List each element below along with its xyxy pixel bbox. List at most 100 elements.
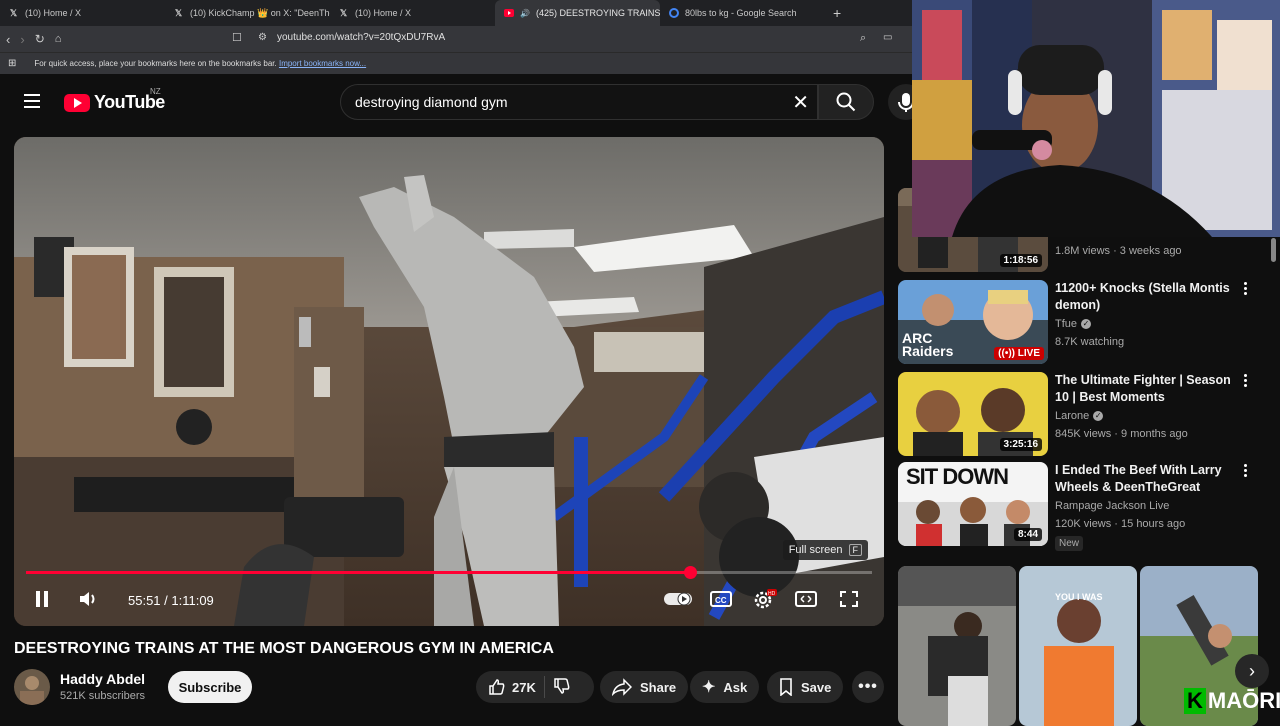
browser-tab-bar: 𝕏 (10) Home / X 𝕏 (10) KickChamp 👑 on X:… bbox=[0, 0, 912, 26]
youtube-play-icon bbox=[64, 93, 90, 112]
region-label: NZ bbox=[150, 87, 161, 96]
search-icon bbox=[836, 92, 856, 112]
ask-label: Ask bbox=[723, 679, 748, 695]
browser-tab[interactable]: 𝕏 (10) Home / X bbox=[330, 0, 495, 26]
search-value[interactable]: destroying diamond gym bbox=[355, 94, 508, 110]
video-duration: 3:25:16 bbox=[999, 438, 1042, 451]
miniplayer-icon[interactable] bbox=[795, 591, 817, 612]
short-caption: YOU I WAS bbox=[1055, 592, 1103, 602]
import-bookmarks-link[interactable]: Import bookmarks now... bbox=[279, 59, 366, 68]
browser-tab[interactable]: 80lbs to kg - Google Search bbox=[660, 0, 825, 26]
pause-icon[interactable] bbox=[35, 590, 49, 613]
share-button[interactable]: Share bbox=[600, 671, 689, 703]
sidebar-scrollbar[interactable] bbox=[1271, 238, 1276, 262]
video-meta: 120K views · 15 hours ago bbox=[1055, 518, 1186, 530]
live-badge: ((•)) LIVE bbox=[994, 347, 1044, 360]
video-meta: 845K views · 9 months ago bbox=[1055, 428, 1188, 440]
forward-icon[interactable]: › bbox=[20, 32, 24, 47]
bookmarks-hint: For quick access, place your bookmarks h… bbox=[34, 59, 277, 68]
settings-icon[interactable]: HD bbox=[753, 588, 777, 615]
like-count: 27K bbox=[512, 679, 536, 695]
browser-tab[interactable]: 𝕏 (10) Home / X bbox=[0, 0, 165, 26]
video-meta: 8.7K watching bbox=[1055, 336, 1125, 348]
tab-title: 80lbs to kg - Google Search bbox=[685, 8, 797, 18]
sparkle-icon: ✦ bbox=[702, 679, 716, 696]
autoplay-toggle-icon[interactable] bbox=[664, 591, 692, 612]
search-input[interactable]: destroying diamond gym ✕ bbox=[340, 84, 818, 120]
browser-tab-active[interactable]: 🔊 (425) DEESTROYING TRAINS / ✕ bbox=[495, 0, 660, 26]
video-title: DEESTROYING TRAINS AT THE MOST DANGEROUS… bbox=[14, 640, 554, 657]
video-meta: 1.8M views · 3 weeks ago bbox=[1055, 245, 1182, 257]
shorts-next-button[interactable]: › bbox=[1235, 654, 1269, 688]
youtube-logo[interactable]: YouTube NZ bbox=[64, 87, 165, 113]
reload-icon[interactable]: ↻ bbox=[35, 32, 45, 46]
bookmark-icon[interactable]: ☐ bbox=[232, 31, 242, 44]
channel-name[interactable]: Tfue ✓ bbox=[1055, 318, 1092, 330]
clear-search-icon[interactable]: ✕ bbox=[792, 90, 809, 115]
thumbnail-text: SIT DOWN bbox=[906, 464, 1009, 489]
chevron-right-icon: › bbox=[1249, 660, 1255, 681]
save-button[interactable]: Save bbox=[767, 671, 844, 703]
verified-icon: ✓ bbox=[1093, 411, 1104, 422]
share-label: Share bbox=[640, 679, 677, 695]
more-vert-icon[interactable] bbox=[1244, 374, 1248, 387]
apps-grid-icon[interactable]: ⊞ bbox=[8, 58, 16, 69]
video-duration: 8:44 bbox=[1013, 528, 1042, 541]
volume-icon[interactable] bbox=[78, 589, 98, 614]
short-thumbnail[interactable] bbox=[898, 566, 1016, 726]
recommendation-item[interactable]: SIT DOWN 8:44 I Ended The Beef With Larr… bbox=[898, 462, 1278, 552]
site-info-icon[interactable]: ⚙ bbox=[258, 32, 267, 43]
watermark-letter: K bbox=[1184, 688, 1206, 714]
browser-tab[interactable]: 𝕏 (10) KickChamp 👑 on X: "DeenTheG bbox=[165, 0, 330, 26]
video-thumbnail[interactable]: SIT DOWN 8:44 bbox=[898, 462, 1048, 546]
thumbs-down-icon bbox=[554, 677, 570, 694]
more-vert-icon[interactable] bbox=[1244, 464, 1248, 477]
bookmarks-bar: ⊞ For quick access, place your bookmarks… bbox=[0, 52, 912, 74]
google-logo-icon bbox=[668, 8, 679, 19]
cast-icon[interactable]: ▭ bbox=[883, 32, 892, 43]
video-title[interactable]: 11200+ Knocks (Stella Montis demon) bbox=[1055, 280, 1235, 314]
live-icon: ((•)) bbox=[998, 348, 1018, 359]
recommendation-item[interactable]: ARC Raiders ((•)) LIVE 11200+ Knocks (St… bbox=[898, 280, 1278, 364]
home-icon[interactable]: ⌂ bbox=[55, 33, 62, 45]
tooltip-label: Full screen bbox=[788, 544, 843, 556]
fullscreen-icon[interactable] bbox=[839, 590, 859, 613]
more-actions-button[interactable]: ••• bbox=[852, 671, 884, 703]
player-controls: 55:51 / 1:11:09 CC HD bbox=[14, 574, 884, 626]
captions-icon[interactable]: CC bbox=[710, 590, 732, 613]
video-thumbnail[interactable]: ARC Raiders ((•)) LIVE bbox=[898, 280, 1048, 364]
channel-name[interactable]: Rampage Jackson Live bbox=[1055, 500, 1169, 512]
dislike-button[interactable] bbox=[553, 677, 571, 698]
tab-title: (10) KickChamp 👑 on X: "DeenTheG bbox=[190, 7, 330, 18]
share-icon bbox=[612, 678, 632, 696]
x-logo-icon: 𝕏 bbox=[339, 7, 348, 18]
search-button[interactable] bbox=[818, 84, 874, 120]
like-dislike-group: 27K bbox=[476, 671, 594, 703]
channel-name[interactable]: Haddy Abdel bbox=[60, 671, 145, 687]
short-thumbnail[interactable]: YOU I WAS bbox=[1019, 566, 1137, 726]
video-title[interactable]: I Ended The Beef With Larry Wheels & Dee… bbox=[1055, 462, 1235, 496]
url-field[interactable]: youtube.com/watch?v=20tQxDU7RvA bbox=[277, 32, 445, 43]
x-logo-icon: 𝕏 bbox=[9, 7, 18, 18]
subscribe-button[interactable]: Subscribe bbox=[168, 671, 252, 703]
more-horizontal-icon: ••• bbox=[858, 678, 878, 695]
video-player[interactable]: Full screen F 55:51 / 1:11:09 CC HD bbox=[14, 137, 884, 626]
channel-avatar[interactable] bbox=[14, 669, 50, 705]
youtube-logo-icon bbox=[503, 8, 514, 19]
menu-icon[interactable] bbox=[24, 94, 40, 108]
subscriber-count: 521K subscribers bbox=[60, 690, 145, 702]
streamer-webcam bbox=[912, 0, 1280, 237]
zoom-icon[interactable]: ⌕ bbox=[860, 32, 866, 45]
more-vert-icon[interactable] bbox=[1244, 282, 1248, 295]
like-button[interactable]: 27K bbox=[488, 678, 536, 696]
new-tab-icon[interactable]: + bbox=[833, 5, 841, 21]
video-duration: 1:18:56 bbox=[999, 254, 1042, 267]
watermark-text: MAŌRI bbox=[1207, 688, 1280, 713]
address-bar: ‹ › ↻ ⌂ ☐ ⚙ youtube.com/watch?v=20tQxDU7… bbox=[0, 26, 912, 52]
video-thumbnail[interactable]: 3:25:16 bbox=[898, 372, 1048, 456]
video-title[interactable]: The Ultimate Fighter | Season 10 | Best … bbox=[1055, 372, 1235, 406]
recommendation-item[interactable]: 3:25:16 The Ultimate Fighter | Season 10… bbox=[898, 372, 1278, 456]
channel-name[interactable]: Larone ✓ bbox=[1055, 410, 1104, 422]
back-icon[interactable]: ‹ bbox=[6, 32, 10, 47]
ask-button[interactable]: ✦ Ask bbox=[690, 671, 760, 703]
